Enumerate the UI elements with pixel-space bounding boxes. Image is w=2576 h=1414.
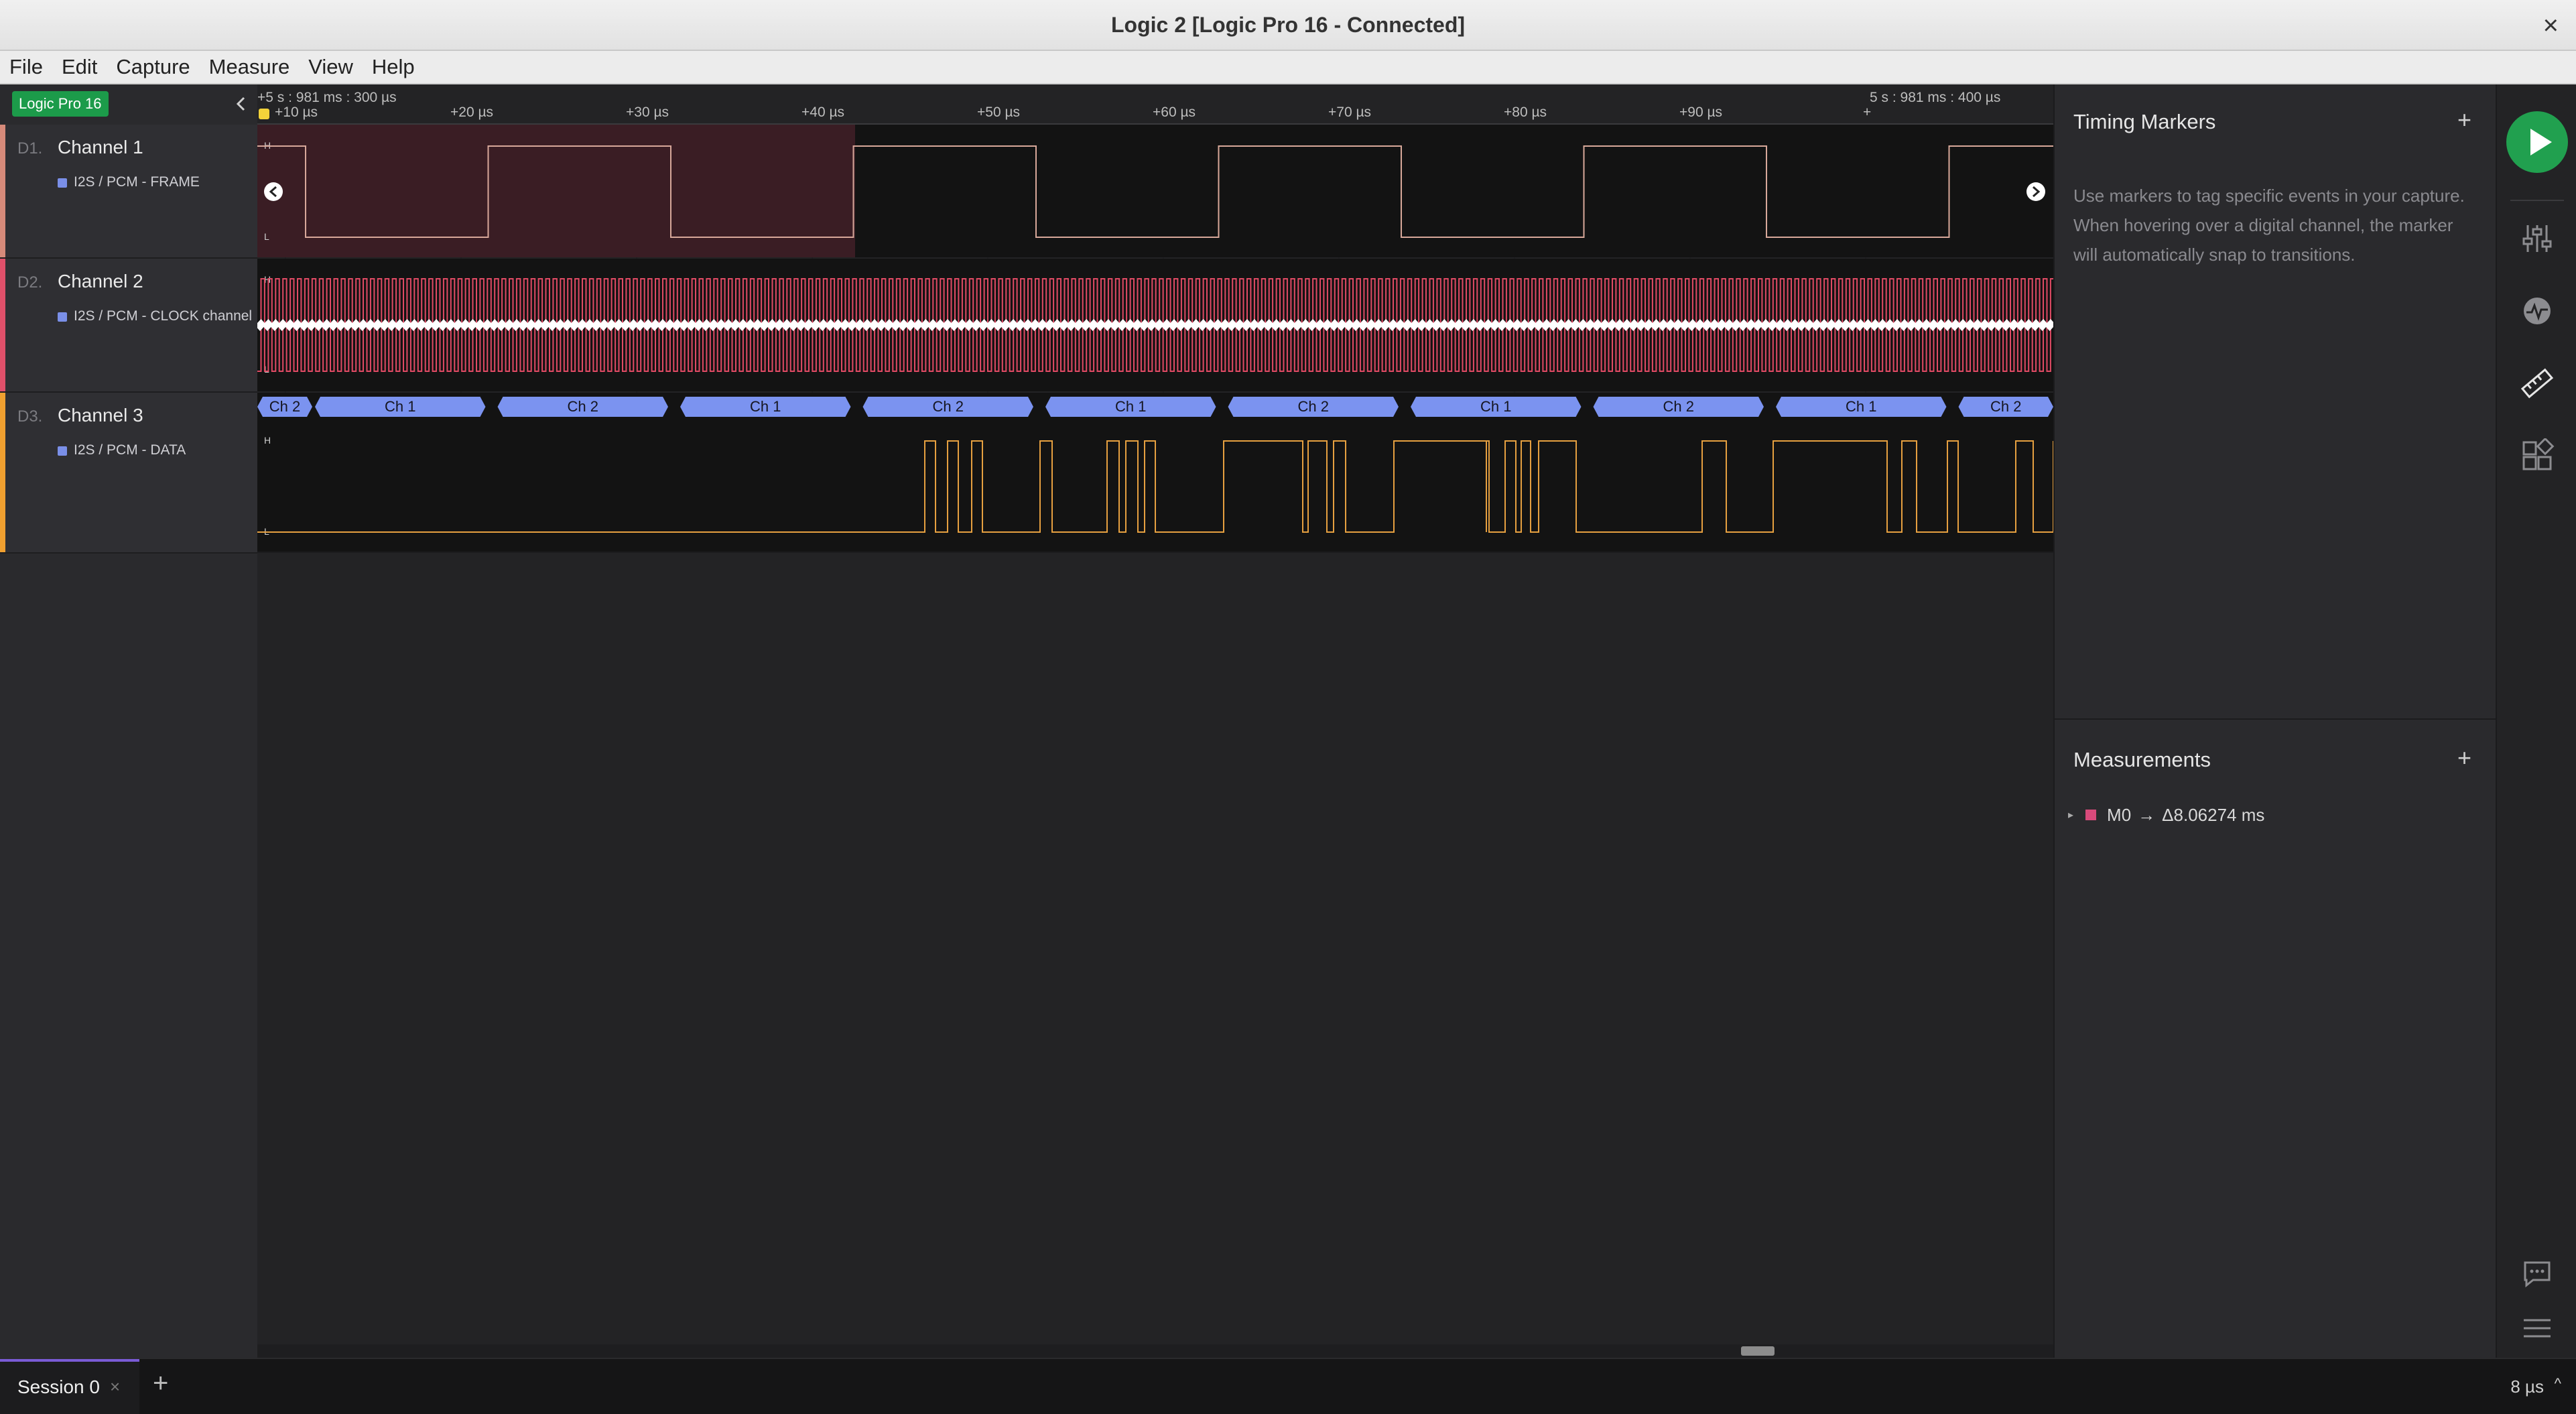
decoder-bubble-label: Ch 2	[933, 398, 964, 415]
timeline-tick-label: +40 µs	[801, 105, 844, 120]
analyzer-color-icon	[58, 178, 67, 188]
expand-caret-icon[interactable]: ▸	[2068, 808, 2073, 822]
decoder-bubble-label: Ch 1	[1115, 398, 1146, 415]
add-marker-button[interactable]: +	[2457, 106, 2471, 134]
chevron-up-icon[interactable]: ^	[2555, 1375, 2561, 1393]
feedback-icon[interactable]	[2520, 1256, 2555, 1291]
decoder-bubble-label: Ch 2	[1663, 398, 1694, 415]
timeline-tick-label: +60 µs	[1153, 105, 1196, 120]
ruler-icon[interactable]	[2520, 366, 2555, 401]
menu-icon[interactable]	[2520, 1311, 2555, 1346]
channel-name[interactable]: Channel 2	[58, 271, 143, 292]
decoder-bubble-label: Ch 1	[385, 398, 415, 415]
session-bar: Session 0 × + 8 µs ^	[0, 1358, 2576, 1414]
measurement-row[interactable]: ▸ M0 → Δ8.06274 ms	[2068, 801, 2264, 828]
add-session-button[interactable]: +	[153, 1368, 168, 1399]
channel-name[interactable]: Channel 3	[58, 405, 143, 426]
timeline-start-label: +5 s : 981 ms : 300 µs	[257, 90, 397, 105]
scroll-left-icon[interactable]	[264, 182, 283, 201]
channel-row-2[interactable]: D2. Channel 2 I2S / PCM - CLOCK channel	[0, 259, 257, 393]
channel-list-panel: Logic Pro 16 D1. Channel 1 I2S / PCM - F…	[0, 84, 257, 1358]
timeline-tick-label: +10 µs	[275, 105, 318, 120]
timeline-tick-label: +80 µs	[1504, 105, 1547, 120]
menu-bar: File Edit Capture Measure View Help	[0, 51, 2576, 84]
extensions-icon[interactable]	[2520, 438, 2555, 473]
decoder-bubble-label: Ch 1	[1480, 398, 1511, 415]
decoder-bubble-label: Ch 2	[568, 398, 598, 415]
decoder-bubble-label: Ch 1	[1846, 398, 1876, 415]
timing-markers-help: Use markers to tag specific events in yo…	[2073, 186, 2465, 265]
decoder-bubble-label: Ch 2	[269, 398, 300, 415]
analyzer-label: I2S / PCM - FRAME	[74, 174, 200, 190]
channel-number: D1.	[17, 139, 43, 157]
timeline-tick-label: +50 µs	[977, 105, 1020, 120]
decoder-bubble-label: Ch 1	[750, 398, 781, 415]
channel-number: D3.	[17, 407, 43, 426]
sliders-icon[interactable]	[2520, 221, 2555, 256]
measurement-value: Δ8.06274 ms	[2162, 804, 2265, 825]
waveform-area[interactable]: +5 s : 981 ms : 300 µs 5 s : 981 ms : 40…	[257, 84, 2053, 1358]
timing-markers-title: Timing Markers	[2073, 110, 2216, 133]
session-tab-label: Session 0	[17, 1376, 100, 1397]
decoder-bubble-label: Ch 2	[1298, 398, 1329, 415]
timeline-tick-label: +70 µs	[1328, 105, 1371, 120]
timeline-tick-label: +90 µs	[1679, 105, 1722, 120]
measurement-color-swatch	[2085, 810, 2097, 820]
analyzer-color-icon	[58, 312, 67, 322]
window-close-button[interactable]: ×	[2543, 9, 2559, 42]
time-per-division[interactable]: 8 µs	[2510, 1376, 2544, 1397]
menu-file[interactable]: File	[9, 55, 43, 79]
measurements-title: Measurements	[2073, 748, 2211, 771]
timeline-end-label: 5 s : 981 ms : 400 µs	[1870, 90, 2000, 105]
timeline-tick-label: +	[1863, 105, 1871, 120]
analyzer-color-icon	[58, 446, 67, 456]
measurement-arrow: →	[2138, 804, 2156, 825]
tool-icon-strip	[2496, 84, 2576, 1358]
strip-divider	[2510, 200, 2564, 201]
analyzer-label: I2S / PCM - DATA	[74, 442, 186, 458]
menu-edit[interactable]: Edit	[62, 55, 97, 79]
session-tab[interactable]: Session 0 ×	[0, 1359, 139, 1414]
channel-row-3[interactable]: D3. Channel 3 I2S / PCM - DATA	[0, 393, 257, 554]
menu-capture[interactable]: Capture	[116, 55, 190, 79]
timeline-tick-label: +20 µs	[450, 105, 493, 120]
device-row: Logic Pro 16	[0, 84, 257, 125]
session-close-icon[interactable]: ×	[110, 1376, 120, 1397]
waveform-canvas[interactable]: +5 s : 981 ms : 300 µs 5 s : 981 ms : 40…	[257, 84, 2053, 1344]
decoder-bubble-label: Ch 2	[1990, 398, 2021, 415]
level-low-label: L	[264, 231, 269, 242]
decoder-bubbles: Ch 2 Ch 1 Ch 2 Ch 1 Ch 2 Ch 1 Ch 2 Ch 1 Ch 2 Ch 1…	[257, 397, 2053, 417]
window-title: Logic 2 [Logic Pro 16 - Connected]	[1110, 12, 1466, 37]
channel-number: D2.	[17, 273, 43, 292]
analyzer-icon[interactable]	[2520, 294, 2555, 328]
trigger-marker-icon[interactable]	[259, 109, 269, 119]
horizontal-scrollbar[interactable]	[257, 1344, 2053, 1358]
add-measurement-button[interactable]: +	[2457, 744, 2471, 772]
scrollbar-thumb[interactable]	[1741, 1346, 1775, 1356]
channel-color-stripe	[0, 393, 5, 552]
device-badge[interactable]: Logic Pro 16	[12, 91, 109, 117]
measurement-name: M0	[2107, 804, 2132, 825]
menu-view[interactable]: View	[308, 55, 353, 79]
sidebar-divider[interactable]	[2055, 718, 2497, 720]
timeline-tick-label: +30 µs	[626, 105, 669, 120]
right-sidebar: Timing Markers + Use markers to tag spec…	[2053, 84, 2497, 1358]
menu-help[interactable]: Help	[372, 55, 415, 79]
start-capture-button[interactable]	[2506, 111, 2568, 173]
channel-row-1[interactable]: D1. Channel 1 I2S / PCM - FRAME	[0, 125, 257, 259]
channel-color-stripe	[0, 259, 5, 391]
menu-measure[interactable]: Measure	[209, 55, 290, 79]
channel-color-stripe	[0, 125, 5, 257]
analyzer-label: I2S / PCM - CLOCK channel	[74, 308, 253, 324]
play-icon	[2530, 129, 2552, 155]
channel-name[interactable]: Channel 1	[58, 137, 143, 158]
chevron-left-icon[interactable]	[232, 92, 251, 115]
scroll-right-icon[interactable]	[2026, 182, 2045, 201]
level-high-label: H	[264, 435, 271, 446]
window-title-bar: Logic 2 [Logic Pro 16 - Connected] ×	[0, 0, 2576, 51]
